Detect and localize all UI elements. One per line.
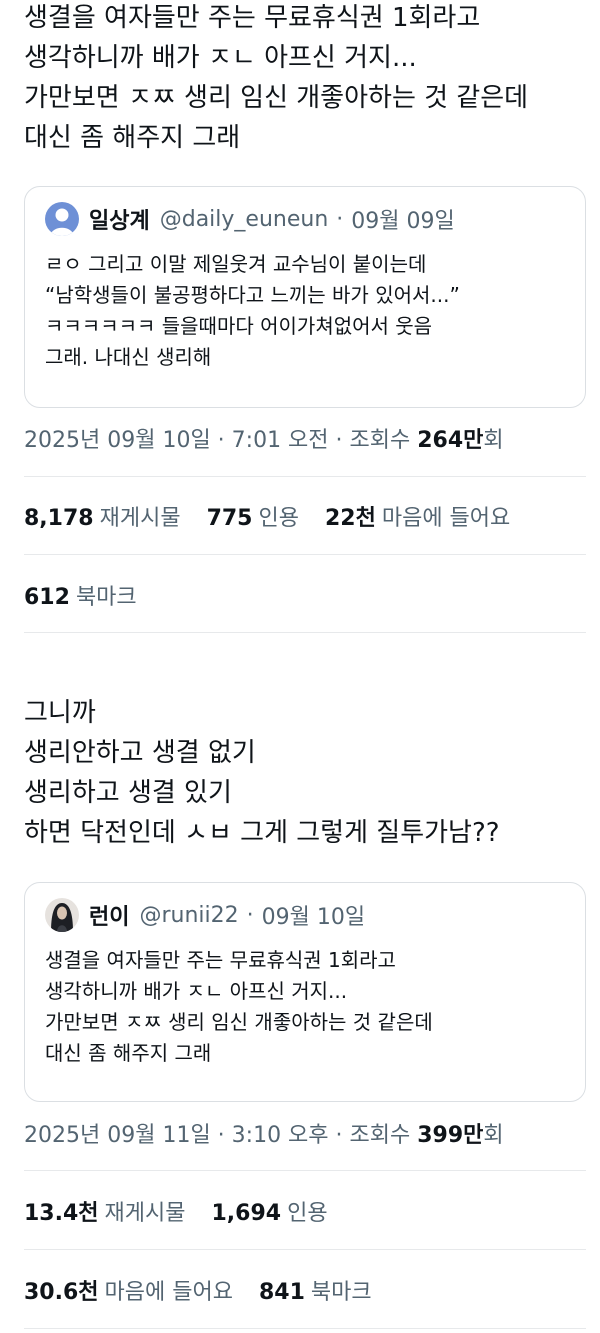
post-text-line: 생결을 여자들만 주는 무료휴식권 1회라고: [24, 3, 481, 33]
engagement-stats: 8,178 재게시물 775 인용 22천 마음에 들어요: [24, 500, 536, 532]
divider: [24, 1249, 586, 1250]
post-text-line: 대신 좀 해주지 그래: [24, 123, 241, 153]
view-count: 264만: [417, 428, 484, 453]
quote-text-line: 그래. 나대신 생리해: [45, 345, 212, 369]
bookmark-stat[interactable]: 612 북마크: [24, 585, 163, 610]
divider: [24, 1170, 586, 1171]
quote-date: 09월 09일: [351, 209, 455, 234]
timestamp-views[interactable]: 2025년 09월 10일 · 7:01 오전 · 조회수: [24, 428, 417, 453]
separator-dot: ·: [336, 206, 344, 232]
quote-author-handle: @runii22: [139, 902, 239, 928]
quoted-post-2[interactable]: 런이 @runii22 · 09월 10일 생결을 여자들만 주는 무료휴식권 …: [24, 882, 586, 1102]
default-avatar-icon: [45, 202, 79, 236]
repost-count: 13.4천: [24, 1201, 99, 1226]
divider: [24, 554, 586, 555]
quote-count: 775: [206, 506, 253, 531]
engagement-stats: 13.4천 재게시물 1,694 인용: [24, 1195, 354, 1227]
quote-header: 일상계 @daily_euneun · 09월 09일: [45, 201, 565, 237]
view-count: 399만: [417, 1123, 484, 1148]
quote-count: 1,694: [211, 1201, 282, 1226]
engagement-stats: 30.6천 마음에 들어요 841 북마크: [24, 1274, 398, 1306]
timestamp-views[interactable]: 2025년 09월 11일 · 3:10 오후 · 조회수: [24, 1123, 417, 1148]
repost-stat[interactable]: 13.4천 재게시물: [24, 1201, 212, 1226]
quote-text-line: 생각하니까 배가 ㅈㄴ 아프신 거지...: [45, 979, 348, 1003]
view-suffix: 회: [483, 428, 504, 453]
divider: [24, 1328, 586, 1329]
post-meta: 2025년 09월 11일 · 3:10 오후 · 조회수 399만회: [24, 1117, 504, 1149]
bookmark-label: 북마크: [310, 1280, 372, 1305]
post-text-line: 가만보면 ㅈㅉ 생리 임신 개좋아하는 것 같은데: [24, 83, 529, 113]
post-text-line: 생리안하고 생결 없기: [24, 738, 256, 768]
like-count: 22천: [324, 506, 376, 531]
quoted-post-1[interactable]: 일상계 @daily_euneun · 09월 09일 ㄹㅇ 그리고 이말 제일…: [24, 186, 586, 408]
quote-text-line: ㄹㅇ 그리고 이말 제일웃겨 교수님이 붙이는데: [45, 252, 427, 276]
bookmark-count: 612: [24, 585, 70, 610]
profile-photo-icon: [45, 898, 79, 932]
like-label: 마음에 들어요: [381, 506, 511, 531]
quote-text-line: 대신 좀 해주지 그래: [45, 1041, 212, 1065]
quote-text-line: ㅋㅋㅋㅋㅋㅋ 들을때마다 어이가쳐없어서 웃음: [45, 314, 433, 338]
quote-header: 런이 @runii22 · 09월 10일: [45, 897, 565, 933]
like-stat[interactable]: 22천 마음에 들어요: [325, 506, 536, 531]
like-stat[interactable]: 30.6천 마음에 들어요: [24, 1280, 259, 1305]
repost-label: 재게시물: [104, 1201, 186, 1226]
quote-stat[interactable]: 1,694 인용: [212, 1201, 354, 1226]
quote-date: 09월 10일: [261, 905, 366, 930]
view-suffix: 회: [483, 1123, 504, 1148]
divider: [24, 632, 586, 633]
divider: [24, 476, 586, 477]
quote-author-name[interactable]: 일상계: [89, 203, 150, 235]
post-2-body: 그니까 생리안하고 생결 없기 생리하고 생결 있기 하면 닥전인데 ㅅㅂ 그게…: [0, 693, 500, 853]
repost-label: 재게시물: [99, 506, 181, 531]
quote-label: 인용: [258, 506, 299, 531]
bookmark-stats: 612 북마크: [24, 579, 163, 611]
separator-dot: ·: [246, 902, 254, 928]
post-text-line: 생리하고 생결 있기: [24, 778, 232, 808]
quote-label: 인용: [287, 1201, 328, 1226]
post-text-line: 그니까: [24, 698, 96, 728]
avatar[interactable]: [45, 202, 79, 236]
quote-text-line: 생결을 여자들만 주는 무료휴식권 1회라고: [45, 948, 396, 972]
quote-author-name[interactable]: 런이: [89, 899, 129, 931]
bookmark-count: 841: [258, 1280, 305, 1305]
bookmark-label: 북마크: [75, 585, 137, 610]
repost-stat[interactable]: 8,178 재게시물: [24, 506, 207, 531]
post-1-body: 생결을 여자들만 주는 무료휴식권 1회라고 생각하니까 배가 ㅈㄴ 아프신 거…: [0, 0, 528, 158]
post-meta: 2025년 09월 10일 · 7:01 오전 · 조회수 264만회: [24, 422, 504, 454]
like-count: 30.6천: [24, 1280, 99, 1305]
like-label: 마음에 들어요: [104, 1280, 233, 1305]
repost-count: 8,178: [24, 506, 94, 531]
quote-text: 생결을 여자들만 주는 무료휴식권 1회라고 생각하니까 배가 ㅈㄴ 아프신 거…: [45, 945, 565, 1069]
quote-text-line: 가만보면 ㅈㅉ 생리 임신 개좋아하는 것 같은데: [45, 1010, 433, 1034]
avatar[interactable]: [45, 898, 79, 932]
quote-text: ㄹㅇ 그리고 이말 제일웃겨 교수님이 붙이는데 “남학생들이 불공평하다고 느…: [45, 249, 565, 373]
bookmark-stat[interactable]: 841 북마크: [259, 1280, 398, 1305]
post-text-line: 생각하니까 배가 ㅈㄴ 아프신 거지...: [24, 43, 417, 73]
quote-text-line: “남학생들이 불공평하다고 느끼는 바가 있어서...”: [45, 283, 460, 307]
post-text-line: 하면 닥전인데 ㅅㅂ 그게 그렇게 질투가남??: [24, 818, 500, 848]
quote-stat[interactable]: 775 인용: [207, 506, 325, 531]
quote-author-handle: @daily_euneun: [159, 206, 329, 232]
